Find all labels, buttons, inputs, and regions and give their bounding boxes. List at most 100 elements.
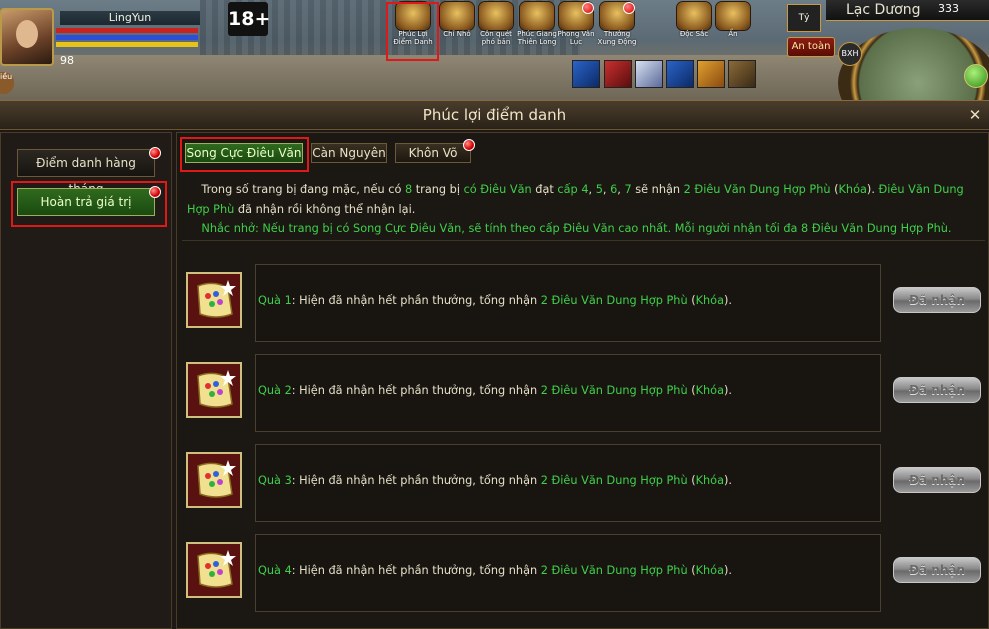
- desc-highlight: có Điêu Văn: [463, 183, 532, 196]
- hud-icon-label: Độc Sắc: [679, 30, 709, 38]
- desc-text: ,: [588, 183, 596, 196]
- phuc-giang-thien-long-icon[interactable]: Phúc Giang Thiên Long: [517, 2, 557, 46]
- desc-text: Trong số trang bị đang mặc, nếu có: [201, 183, 405, 196]
- skill-slot-icon[interactable]: [697, 60, 725, 88]
- notification-dot: [149, 147, 161, 159]
- claimed-button[interactable]: Đã nhận: [893, 287, 981, 313]
- an-icon[interactable]: Ẩn: [713, 2, 753, 46]
- skill-slot-icon[interactable]: [666, 60, 694, 88]
- reward-info-box: Quà 4: Hiện đã nhận hết phần thưởng, tổn…: [255, 534, 881, 612]
- hud-icon-label: Thưởng Xung Động: [597, 30, 637, 46]
- reminder-text: Nhắc nhở: Nếu trang bị có Song Cực Điêu …: [201, 222, 952, 235]
- content-area: Song Cực Điêu Văn Càn Nguyên Khôn Võ Tro…: [176, 132, 989, 629]
- hud-icon-label: Phong Vân Lục: [557, 30, 595, 46]
- top-hud: LingYun 98 iều 18+ Phúc Lợi Điểm Danh Ch…: [0, 0, 989, 100]
- reward-lock: Khóa: [695, 294, 725, 307]
- safe-mode-button[interactable]: An toàn: [787, 37, 835, 57]
- reward-paren: (: [687, 474, 696, 487]
- reward-paren: (: [687, 564, 696, 577]
- reward-desc: : Hiện đã nhận hết phần thưởng, tổng nhậ…: [291, 474, 541, 487]
- tab-can-nguyen[interactable]: Càn Nguyên: [311, 143, 387, 163]
- mp-bar: [56, 35, 198, 40]
- exp-bar: [56, 42, 198, 47]
- divider: [182, 240, 985, 241]
- tab-khon-vo[interactable]: Khôn Võ: [395, 143, 471, 163]
- desc-text: ).: [866, 183, 879, 196]
- reward-lock: Khóa: [695, 384, 725, 397]
- reward-text: Quà 1: Hiện đã nhận hết phần thưởng, tổn…: [258, 294, 958, 307]
- scroll-icon: [188, 454, 240, 506]
- reward-panel: Phúc lợi điểm danh ✕ Điểm danh hàng thán…: [0, 100, 989, 629]
- con-quet-pho-ban-icon[interactable]: Côn quét phó bản: [476, 2, 516, 46]
- reward-text: Quà 4: Hiện đã nhận hết phần thưởng, tổn…: [258, 564, 958, 577]
- chi-nho-icon[interactable]: Chỉ Nhỏ: [437, 2, 477, 46]
- reward-paren: (: [687, 294, 696, 307]
- reminder-paragraph: Nhắc nhở: Nếu trang bị có Song Cực Điêu …: [187, 219, 982, 239]
- panel-title: Phúc lợi điểm danh: [422, 106, 567, 124]
- reward-row: Quà 3: Hiện đã nhận hết phần thưởng, tổn…: [183, 444, 983, 522]
- claimed-button[interactable]: Đã nhận: [893, 377, 981, 403]
- notification-dot: [149, 186, 161, 198]
- chest-icon: [479, 2, 513, 30]
- close-icon[interactable]: ✕: [966, 106, 984, 124]
- claimed-button[interactable]: Đã nhận: [893, 557, 981, 583]
- scroll-icon: [188, 544, 240, 596]
- minimap[interactable]: [838, 28, 989, 100]
- phong-van-luc-icon[interactable]: Phong Vân Lục: [556, 2, 596, 46]
- ranking-button[interactable]: BXH: [838, 42, 862, 66]
- reward-item-name: 2 Điêu Văn Dung Hợp Phù: [540, 564, 688, 577]
- reward-item-name: 2 Điêu Văn Dung Hợp Phù: [540, 474, 688, 487]
- reward-text: Quà 3: Hiện đã nhận hết phần thưởng, tổn…: [258, 474, 958, 487]
- reward-lock: Khóa: [695, 564, 725, 577]
- reward-item-name: 2 Điêu Văn Dung Hợp Phù: [540, 294, 688, 307]
- skill-slot-icon[interactable]: [728, 60, 756, 88]
- reward-paren: ).: [724, 384, 733, 397]
- book-icon: [440, 2, 474, 30]
- desc-highlight: Khóa: [838, 183, 867, 196]
- panel-title-bar: Phúc lợi điểm danh ✕: [0, 101, 989, 130]
- reward-info-box: Quà 2: Hiện đã nhận hết phần thưởng, tổn…: [255, 354, 881, 432]
- reward-item-icon[interactable]: [186, 362, 242, 418]
- treasure-icon: [677, 2, 711, 30]
- monthly-checkin-button[interactable]: Điểm danh hàng tháng: [17, 149, 155, 196]
- description: Trong số trang bị đang mặc, nếu có 8 tra…: [187, 180, 982, 239]
- reward-label: Quà 1: [258, 294, 292, 307]
- doc-sac-icon[interactable]: Độc Sắc: [674, 2, 714, 46]
- reward-text: Quà 2: Hiện đã nhận hết phần thưởng, tổn…: [258, 384, 958, 397]
- hp-bar: [56, 28, 198, 33]
- desc-highlight: 5: [595, 183, 603, 196]
- hud-icon-label: Chỉ Nhỏ: [443, 30, 471, 38]
- claimed-button[interactable]: Đã nhận: [893, 467, 981, 493]
- reward-label: Quà 2: [258, 384, 292, 397]
- reward-row: Quà 2: Hiện đã nhận hết phần thưởng, tổn…: [183, 354, 983, 432]
- reward-paren: ).: [724, 564, 733, 577]
- reward-desc: : Hiện đã nhận hết phần thưởng, tổng nhậ…: [291, 384, 541, 397]
- notification-dot: [623, 2, 635, 14]
- left-menu: Điểm danh hàng tháng Hoàn trả giá trị: [0, 132, 172, 629]
- skill-slot-icon[interactable]: [604, 60, 632, 88]
- ty-button[interactable]: Tỷ: [787, 4, 821, 32]
- reward-lock: Khóa: [695, 474, 725, 487]
- reward-paren: ).: [724, 474, 733, 487]
- player-name: LingYun: [60, 11, 200, 25]
- thuong-xung-dong-icon[interactable]: Thưởng Xung Động: [597, 2, 637, 46]
- map-name: Lạc Dương: [846, 2, 921, 18]
- reward-info-box: Quà 3: Hiện đã nhận hết phần thưởng, tổn…: [255, 444, 881, 522]
- reward-item-icon[interactable]: [186, 452, 242, 508]
- value-refund-button[interactable]: Hoàn trả giá trị: [17, 188, 155, 216]
- map-coordinates: 333: [938, 2, 959, 15]
- reward-paren: ).: [724, 294, 733, 307]
- hud-icon-label: Côn quét phó bản: [480, 30, 512, 46]
- hud-icon-label: Ẩn: [728, 30, 738, 38]
- desc-text: sẽ nhận: [631, 183, 684, 196]
- reward-item-icon[interactable]: [186, 272, 242, 328]
- reward-item-icon[interactable]: [186, 542, 242, 598]
- desc-highlight: 7: [624, 183, 632, 196]
- tab-song-cuc-dieu-van[interactable]: Song Cực Điêu Văn: [185, 143, 303, 163]
- desc-text: đạt: [531, 183, 558, 196]
- skill-slot-icon[interactable]: [635, 60, 663, 88]
- map-action-icon[interactable]: [964, 64, 988, 88]
- reward-row: Quà 4: Hiện đã nhận hết phần thưởng, tổn…: [183, 534, 983, 612]
- skill-slot-icon[interactable]: [572, 60, 600, 88]
- player-portrait[interactable]: [0, 8, 54, 66]
